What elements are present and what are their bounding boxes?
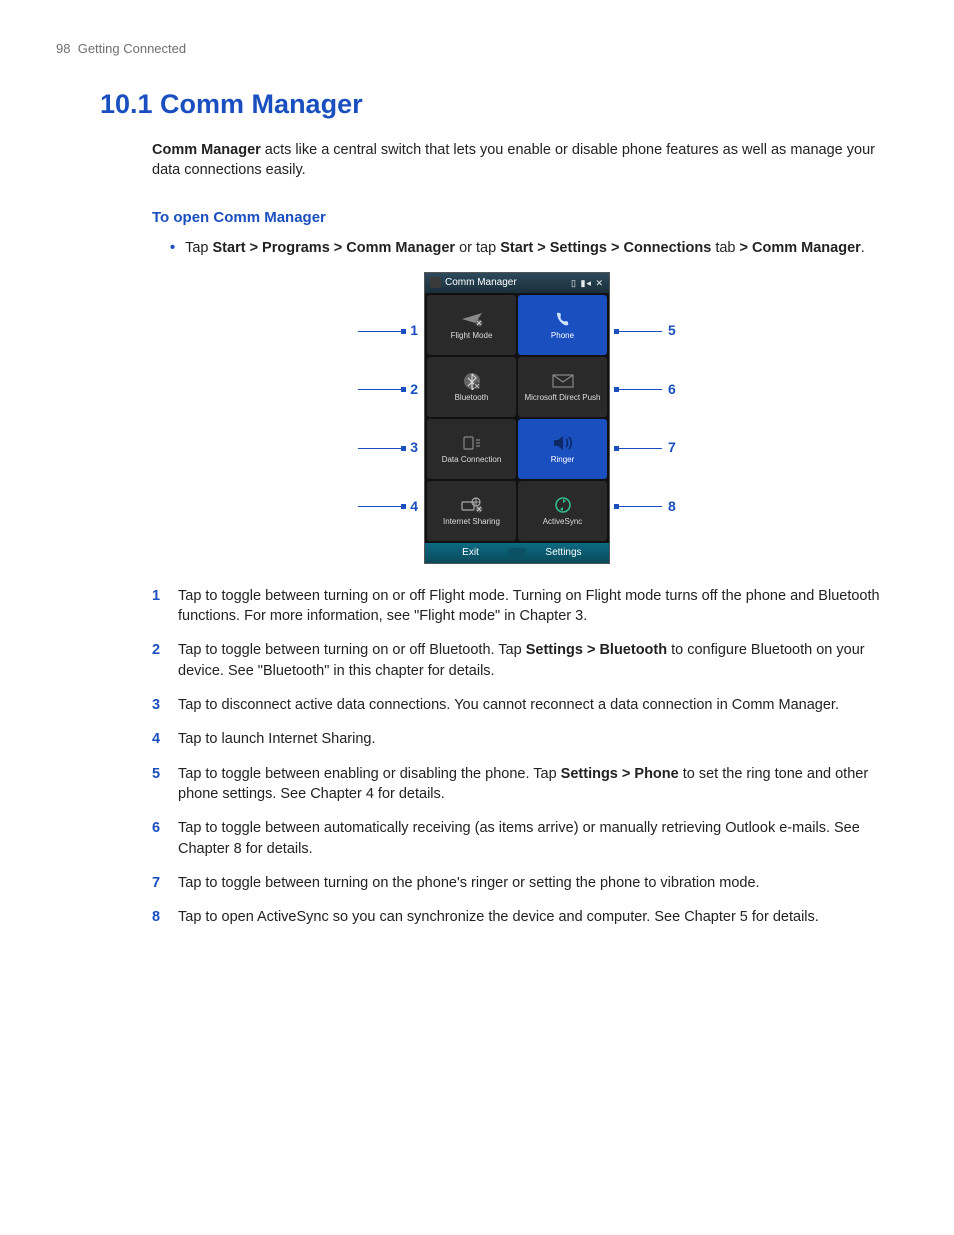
section-title: 10.1 Comm Manager — [56, 86, 898, 124]
numbered-descriptions: 1 Tap to toggle between turning on or off… — [152, 586, 882, 928]
intro-paragraph: Comm Manager acts like a central switch … — [152, 140, 882, 181]
item-text: Tap to toggle between automatically rece… — [178, 818, 882, 859]
item-text: Tap to toggle between turning on or off … — [178, 586, 882, 627]
item-number: 4 — [152, 729, 166, 749]
item-text: Tap to toggle between turning on or off … — [178, 640, 882, 681]
callout-8: 8 — [616, 484, 676, 530]
figure: 1 2 3 4 Comm Manager ▯ ▮◂ ✕ — [152, 272, 882, 564]
bluetooth-icon — [460, 372, 484, 390]
tile-bluetooth[interactable]: Bluetooth — [427, 357, 516, 417]
phone-tile-grid: Flight Mode Phone Bluetooth — [425, 293, 609, 543]
tile-label: Phone — [551, 332, 574, 340]
softkey-left[interactable]: Exit — [433, 546, 508, 560]
tile-label: Ringer — [551, 456, 575, 464]
tile-internet-sharing[interactable]: Internet Sharing — [427, 481, 516, 541]
sub-heading: To open Comm Manager — [152, 207, 882, 228]
callout-6: 6 — [616, 367, 676, 413]
item-number: 6 — [152, 818, 166, 859]
callout-3: 3 — [358, 425, 418, 471]
data-connection-icon — [460, 434, 484, 452]
callouts-left: 1 2 3 4 — [358, 272, 418, 564]
windows-flag-icon — [430, 277, 441, 288]
status-icons: ▯ ▮◂ ✕ — [571, 277, 604, 290]
phone-icon — [551, 310, 575, 328]
tile-flight-mode[interactable]: Flight Mode — [427, 295, 516, 355]
item-number: 1 — [152, 586, 166, 627]
description-item: 6 Tap to toggle between automatically rec… — [152, 818, 882, 859]
description-item: 8 Tap to open ActiveSync so you can synch… — [152, 907, 882, 927]
tile-label: ActiveSync — [543, 518, 583, 526]
tile-phone[interactable]: Phone — [518, 295, 607, 355]
callout-7: 7 — [616, 425, 676, 471]
tile-label: Microsoft Direct Push — [524, 394, 600, 402]
item-number: 7 — [152, 873, 166, 893]
callout-4: 4 — [358, 484, 418, 530]
bullet-dot: • — [170, 240, 175, 256]
callout-5: 5 — [616, 308, 676, 354]
running-head: 98 Getting Connected — [56, 40, 898, 58]
softkey-middle-icon[interactable] — [508, 548, 526, 558]
item-number: 2 — [152, 640, 166, 681]
tile-data-connection[interactable]: Data Connection — [427, 419, 516, 479]
item-text: Tap to open ActiveSync so you can synchr… — [178, 907, 882, 927]
intro-lead: Comm Manager — [152, 142, 261, 158]
tile-direct-push[interactable]: Microsoft Direct Push — [518, 357, 607, 417]
softkey-right[interactable]: Settings — [526, 546, 601, 560]
intro-text: acts like a central switch that lets you… — [152, 142, 875, 178]
phone-screenshot: Comm Manager ▯ ▮◂ ✕ Flight Mode — [424, 272, 610, 564]
description-item: 3 Tap to disconnect active data connectio… — [152, 695, 882, 715]
tile-label: Internet Sharing — [443, 518, 500, 526]
item-text: Tap to disconnect active data connection… — [178, 695, 882, 715]
description-item: 7 Tap to toggle between turning on the ph… — [152, 873, 882, 893]
tile-activesync[interactable]: ActiveSync — [518, 481, 607, 541]
tile-label: Data Connection — [442, 456, 502, 464]
description-item: 2 Tap to toggle between turning on or off… — [152, 640, 882, 681]
description-item: 1 Tap to toggle between turning on or off… — [152, 586, 882, 627]
item-text: Tap to toggle between turning on the pho… — [178, 873, 882, 893]
phone-titlebar: Comm Manager ▯ ▮◂ ✕ — [425, 273, 609, 293]
envelope-icon — [551, 372, 575, 390]
item-text: Tap to toggle between enabling or disabl… — [178, 764, 882, 805]
description-item: 4 Tap to launch Internet Sharing. — [152, 729, 882, 749]
item-number: 5 — [152, 764, 166, 805]
airplane-icon — [460, 310, 484, 328]
internet-sharing-icon — [460, 496, 484, 514]
callout-1: 1 — [358, 308, 418, 354]
callout-2: 2 — [358, 367, 418, 413]
phone-title: Comm Manager — [445, 276, 517, 290]
description-item: 5 Tap to toggle between enabling or disab… — [152, 764, 882, 805]
item-number: 3 — [152, 695, 166, 715]
sync-icon — [551, 496, 575, 514]
tile-label: Flight Mode — [451, 332, 493, 340]
chapter-name: Getting Connected — [78, 41, 186, 56]
item-number: 8 — [152, 907, 166, 927]
callouts-right: 5 6 7 8 — [616, 272, 676, 564]
open-step-item: • Tap Start > Programs > Comm Manager or … — [170, 238, 882, 258]
page-number: 98 — [56, 41, 70, 56]
speaker-icon — [551, 434, 575, 452]
bullet-text: Tap Start > Programs > Comm Manager or t… — [185, 240, 865, 256]
open-steps: • Tap Start > Programs > Comm Manager or … — [170, 238, 882, 258]
tile-label: Bluetooth — [455, 394, 489, 402]
tile-ringer[interactable]: Ringer — [518, 419, 607, 479]
item-text: Tap to launch Internet Sharing. — [178, 729, 882, 749]
phone-softbar: Exit Settings — [425, 543, 609, 563]
